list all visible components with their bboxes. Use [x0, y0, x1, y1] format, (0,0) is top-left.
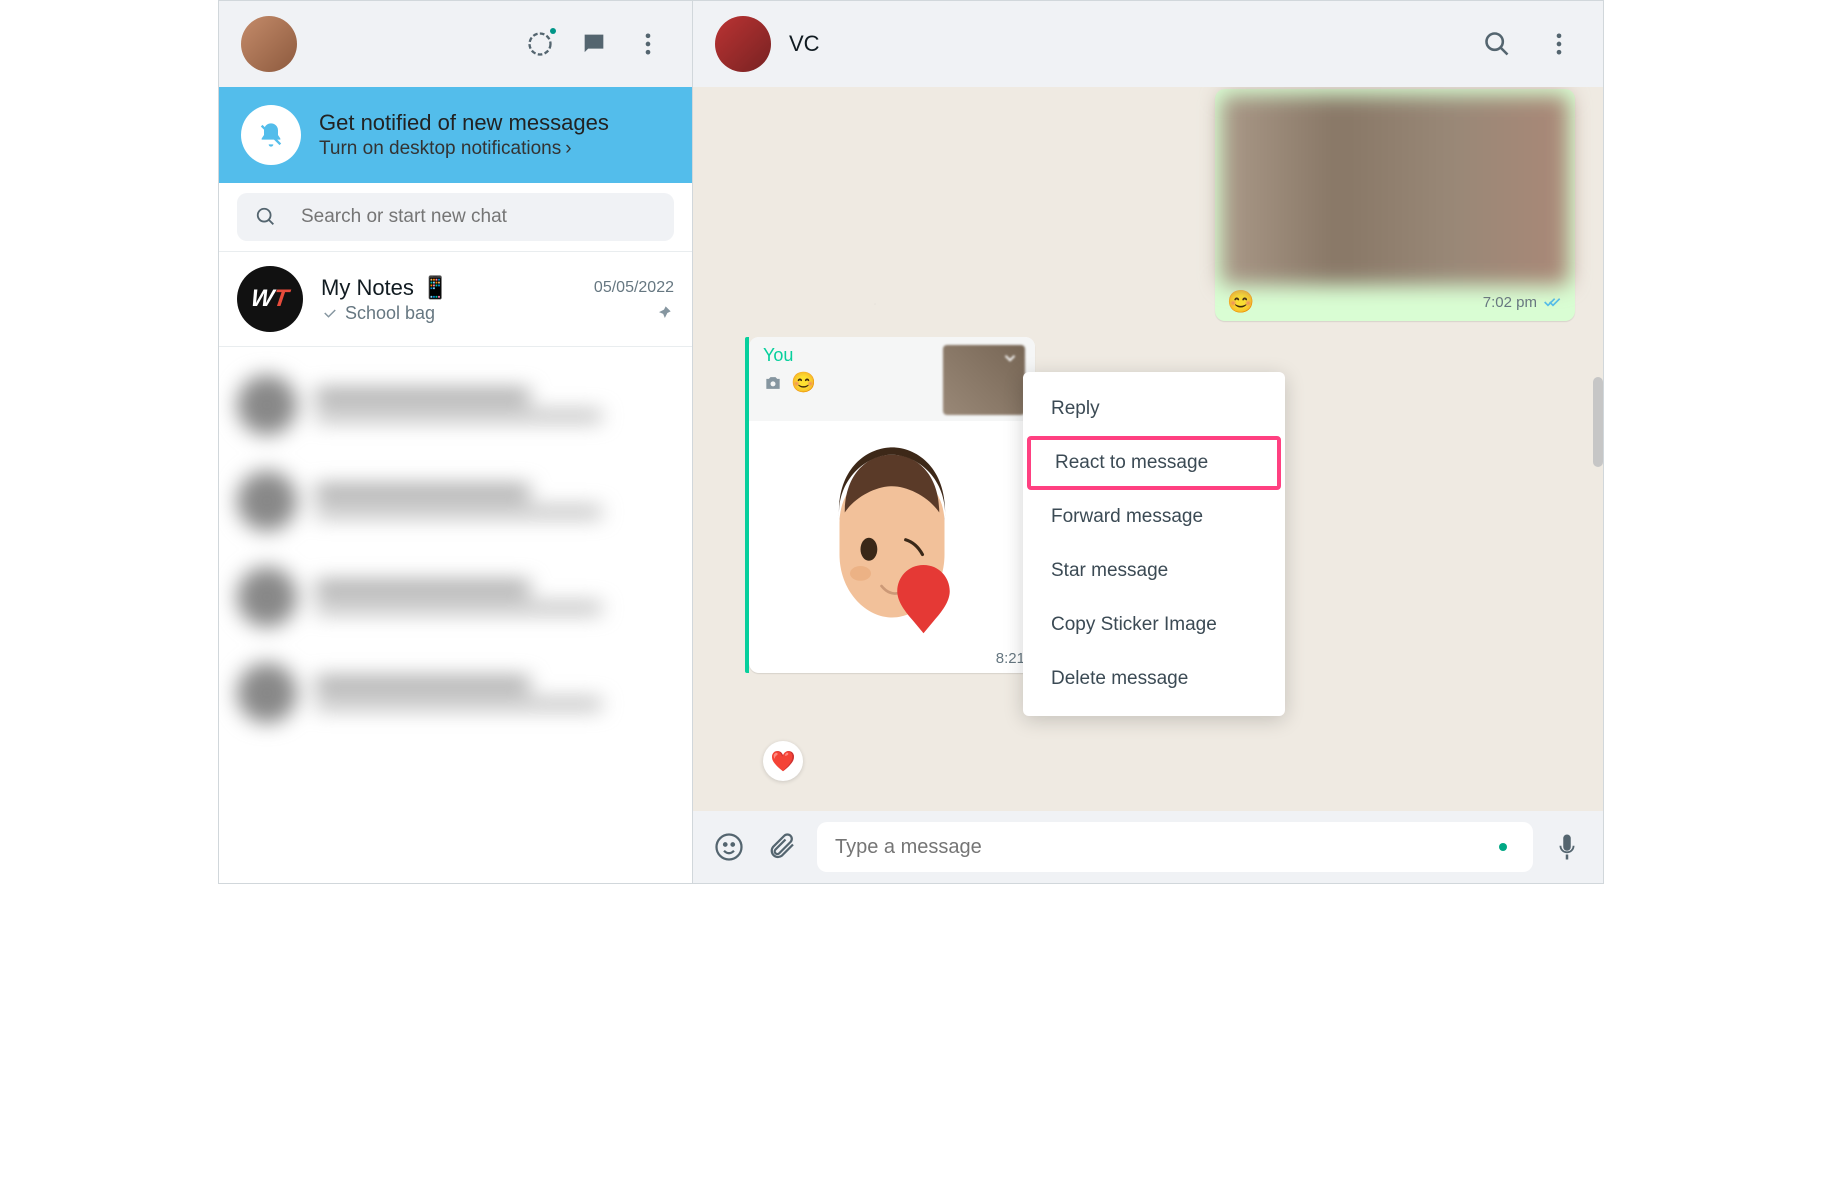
chat-preview: School bag	[321, 303, 435, 324]
notification-subtitle: Turn on desktop notifications ›	[319, 138, 609, 160]
contact-avatar[interactable]	[715, 16, 771, 72]
search-wrap	[219, 183, 692, 252]
chat-header: VC	[693, 1, 1603, 87]
incoming-time: 8:21	[996, 650, 1025, 667]
reaction-bubble[interactable]: ❤️	[763, 741, 803, 781]
outgoing-caption-emoji: 😊	[1227, 289, 1254, 315]
reply-sender: You	[763, 345, 816, 366]
search-input[interactable]	[301, 206, 656, 228]
app-window: Get notified of new messages Turn on des…	[218, 0, 1604, 884]
context-menu: Reply React to message Forward message S…	[1023, 372, 1285, 716]
incoming-message[interactable]: You 😊	[749, 337, 1035, 673]
chevron-right-icon: ›	[565, 138, 571, 160]
check-icon	[321, 304, 339, 322]
read-ticks-icon	[1543, 295, 1563, 309]
ctx-reply[interactable]: Reply	[1023, 382, 1285, 436]
new-chat-icon[interactable]	[572, 22, 616, 66]
attach-icon[interactable]	[763, 827, 803, 867]
ctx-copy-sticker-image[interactable]: Copy Sticker Image	[1023, 598, 1285, 652]
ctx-forward-message[interactable]: Forward message	[1023, 490, 1285, 544]
outgoing-meta: 7:02 pm	[1483, 294, 1563, 311]
camera-icon	[763, 373, 783, 393]
chat-avatar: WT	[237, 266, 303, 332]
search-chat-icon[interactable]	[1475, 22, 1519, 66]
sidebar: Get notified of new messages Turn on des…	[219, 1, 693, 883]
my-avatar[interactable]	[241, 16, 297, 72]
chat-list-item[interactable]: WT My Notes📱 05/05/2022 School bag	[219, 252, 692, 347]
chat-list: WT My Notes📱 05/05/2022 School bag	[219, 252, 692, 883]
status-icon[interactable]	[518, 22, 562, 66]
message-area: 😊 7:02 pm You 😊	[693, 87, 1603, 811]
mic-icon[interactable]	[1547, 827, 1587, 867]
pin-icon	[654, 303, 674, 323]
blurred-chat-list	[219, 347, 692, 751]
ctx-delete-message[interactable]: Delete message	[1023, 652, 1285, 706]
chat-pane: VC 😊 7:02 pm	[693, 1, 1603, 883]
composer	[693, 811, 1603, 883]
reply-thumbnail	[943, 345, 1025, 415]
notification-title: Get notified of new messages	[319, 110, 609, 136]
bell-icon	[241, 105, 301, 165]
composer-input[interactable]	[835, 836, 1499, 859]
scrollbar-thumb[interactable]	[1593, 377, 1603, 467]
sticker-image	[749, 421, 1035, 673]
ctx-star-message[interactable]: Star message	[1023, 544, 1285, 598]
chat-date: 05/05/2022	[594, 279, 674, 297]
search-icon	[255, 206, 277, 228]
chevron-down-icon[interactable]	[1001, 349, 1019, 367]
emoji-icon[interactable]	[709, 827, 749, 867]
menu-kebab-icon[interactable]	[626, 22, 670, 66]
contact-name[interactable]: VC	[789, 31, 820, 57]
outgoing-image	[1221, 95, 1569, 285]
ctx-react-to-message[interactable]: React to message	[1027, 436, 1281, 490]
typing-indicator-dot	[1499, 843, 1507, 851]
sidebar-header	[219, 1, 692, 87]
composer-input-wrap[interactable]	[817, 822, 1533, 872]
chat-name: My Notes📱	[321, 275, 449, 301]
notification-banner[interactable]: Get notified of new messages Turn on des…	[219, 87, 692, 183]
outgoing-message[interactable]: 😊 7:02 pm	[1215, 89, 1575, 321]
search-box[interactable]	[237, 193, 674, 241]
chat-menu-kebab-icon[interactable]	[1537, 22, 1581, 66]
